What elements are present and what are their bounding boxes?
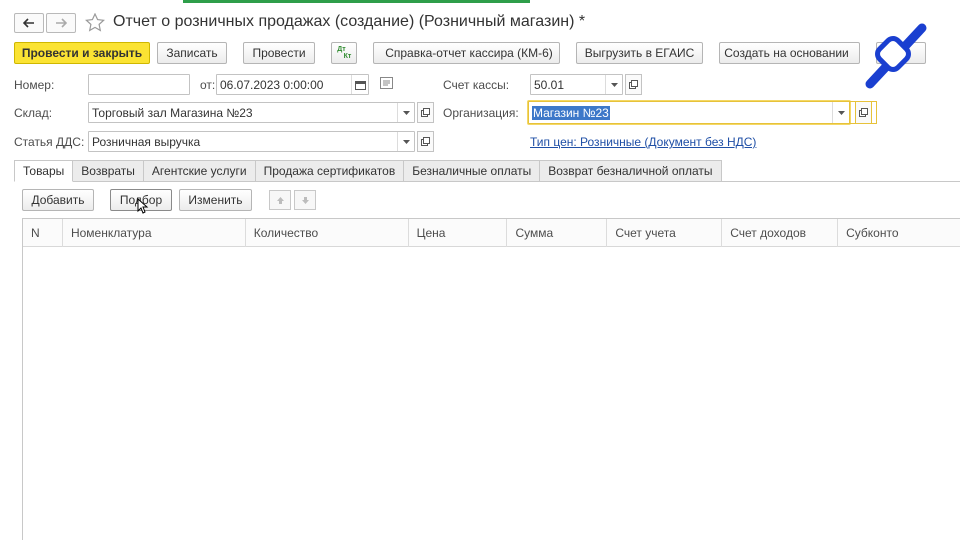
add-row-button[interactable]: Добавить — [22, 189, 94, 211]
organization-dropdown[interactable] — [832, 102, 849, 123]
change-button[interactable]: Изменить — [179, 189, 252, 211]
date-label: от: — [200, 78, 216, 92]
dds-label: Статья ДДС: — [14, 135, 85, 149]
tab-goods[interactable]: Товары — [14, 160, 74, 182]
create-based-on-button[interactable]: Создать на основании — [719, 42, 860, 64]
arrow-left-icon — [23, 18, 34, 28]
move-up-button[interactable] — [269, 190, 291, 210]
arrow-up-icon — [276, 196, 284, 204]
column-header-nomenclature[interactable]: Номенклатура — [63, 219, 246, 247]
warehouse-value: Торговый зал Магазина №23 — [92, 105, 253, 120]
column-header-quantity[interactable]: Количество — [246, 219, 409, 247]
column-header-account[interactable]: Счет учета — [607, 219, 723, 247]
chevron-down-icon — [402, 110, 410, 115]
calendar-icon — [354, 80, 366, 90]
chevron-down-icon — [402, 139, 410, 144]
watermark-logo-icon — [865, 23, 927, 89]
post-and-close-button[interactable]: Провести и закрыть — [14, 42, 150, 64]
cash-account-open-button[interactable] — [625, 74, 642, 95]
favorite-button[interactable] — [85, 12, 105, 35]
number-field[interactable] — [88, 74, 190, 95]
calendar-button[interactable] — [351, 75, 368, 94]
dds-field[interactable]: Розничная выручка — [88, 131, 415, 152]
price-type-link[interactable]: Тип цен: Розничные (Документ без НДС) — [530, 135, 756, 149]
comment-button[interactable] — [380, 77, 393, 92]
tab-cashless-refund[interactable]: Возврат безналичной оплаты — [540, 160, 722, 182]
organization-label: Организация: — [443, 106, 519, 120]
column-header-subconto[interactable]: Субконто — [838, 219, 960, 247]
chevron-down-icon — [837, 110, 845, 115]
goods-table[interactable]: N Номенклатура Количество Цена Сумма Сче… — [22, 218, 960, 540]
star-icon — [85, 12, 105, 32]
table-header: N Номенклатура Количество Цена Сумма Сче… — [23, 219, 960, 247]
move-down-button[interactable] — [294, 190, 316, 210]
arrow-down-icon — [301, 196, 309, 204]
warehouse-label: Склад: — [14, 106, 53, 120]
post-button[interactable]: Провести — [243, 42, 315, 64]
date-field[interactable]: 06.07.2023 0:00:00 — [216, 74, 369, 95]
organization-open-button[interactable] — [855, 101, 872, 124]
chevron-down-icon — [610, 82, 618, 87]
create-based-on-label: Создать на основании — [724, 46, 849, 60]
open-icon — [629, 80, 638, 89]
tab-certificate-sales[interactable]: Продажа сертификатов — [255, 160, 405, 182]
open-icon — [421, 108, 430, 117]
open-icon — [421, 137, 430, 146]
column-header-n[interactable]: N — [23, 219, 63, 247]
tab-cashless-payments[interactable]: Безналичные оплаты — [404, 160, 541, 182]
upload-egais-button[interactable]: Выгрузить в ЕГАИС — [576, 42, 703, 64]
cash-account-field[interactable]: 50.01 — [530, 74, 623, 95]
cash-account-label: Счет кассы: — [443, 78, 510, 92]
dds-open-button[interactable] — [417, 131, 434, 152]
column-header-price[interactable]: Цена — [409, 219, 508, 247]
date-value: 06.07.2023 0:00:00 — [220, 77, 324, 92]
tab-returns[interactable]: Возвраты — [73, 160, 144, 182]
arrow-right-icon — [56, 18, 67, 28]
dt-label: Дт — [337, 46, 346, 53]
open-icon — [859, 108, 868, 117]
top-accent-line — [183, 0, 530, 3]
tab-panel-border — [79, 181, 960, 182]
warehouse-open-button[interactable] — [417, 102, 434, 123]
kt-label: Кт — [343, 53, 352, 60]
organization-field[interactable]: Магазин №23 — [528, 101, 850, 124]
save-button[interactable]: Записать — [157, 42, 227, 64]
document-icon — [380, 77, 393, 89]
column-header-sum[interactable]: Сумма — [507, 219, 608, 247]
cashier-report-label: Справка-отчет кассира (КМ-6) — [385, 46, 553, 60]
back-button[interactable] — [14, 13, 44, 33]
dds-value: Розничная выручка — [92, 134, 201, 149]
warehouse-dropdown[interactable] — [397, 103, 414, 122]
tab-agent-services[interactable]: Агентские услуги — [143, 160, 256, 182]
column-header-income-account[interactable]: Счет доходов — [722, 219, 839, 247]
cashier-report-print-button[interactable]: Справка-отчет кассира (КМ-6) — [373, 42, 560, 64]
cash-account-dropdown[interactable] — [605, 75, 622, 94]
dt-kt-movements-button[interactable]: Дт Кт — [331, 42, 357, 64]
dds-dropdown[interactable] — [397, 132, 414, 151]
forward-button[interactable] — [46, 13, 76, 33]
cash-account-value: 50.01 — [534, 77, 565, 92]
tab-bar: Товары Возвраты Агентские услуги Продажа… — [14, 160, 722, 182]
page-title: Отчет о розничных продажах (создание) (Р… — [113, 13, 586, 30]
organization-value: Магазин №23 — [532, 105, 610, 120]
mouse-cursor-icon — [137, 198, 149, 214]
number-label: Номер: — [14, 78, 55, 92]
warehouse-field[interactable]: Торговый зал Магазина №23 — [88, 102, 415, 123]
